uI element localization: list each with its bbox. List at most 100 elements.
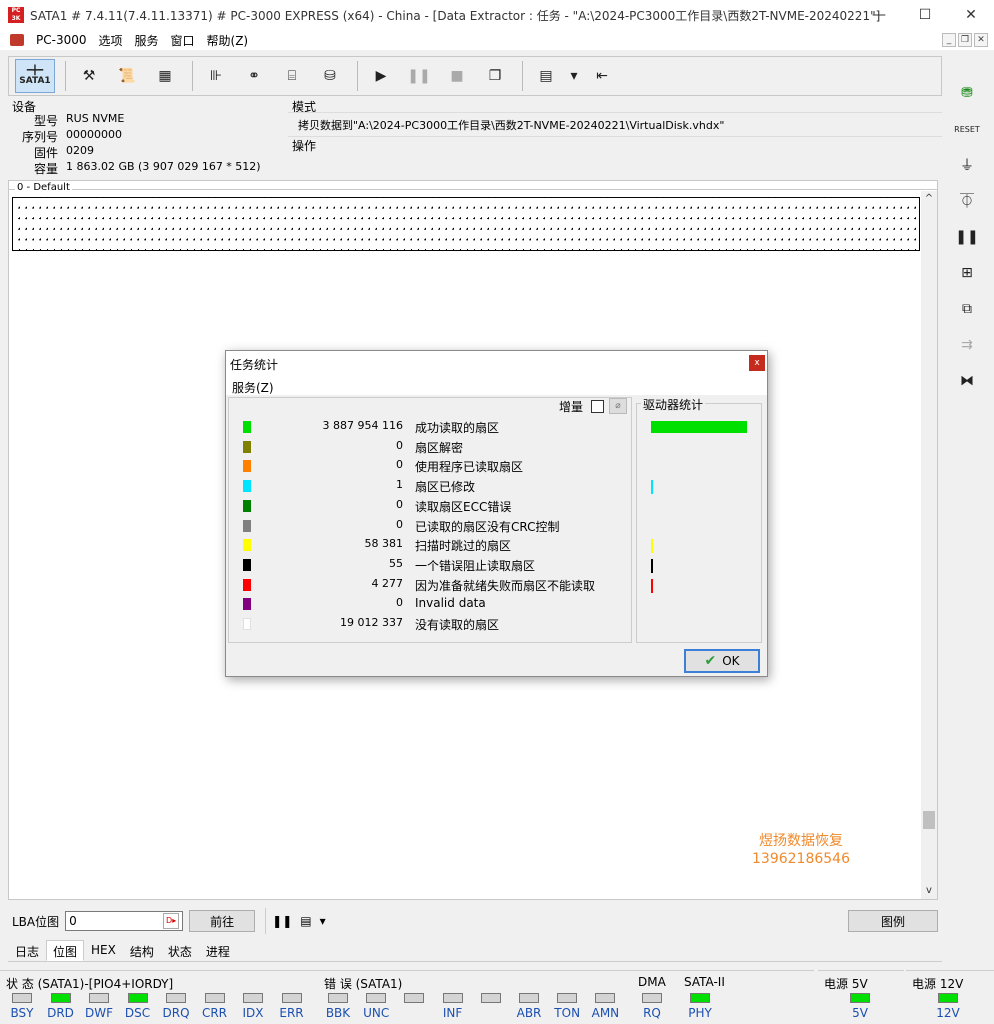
copy-cancel-icon[interactable]: ⧉ — [950, 294, 984, 324]
tab-status[interactable]: 状态 — [161, 940, 199, 961]
stat-color-swatch — [243, 598, 251, 611]
scroll-down-icon[interactable]: v — [921, 883, 937, 899]
status-led-label: ERR — [279, 1006, 304, 1020]
stat-row: 0 已读取的扇区没有CRC控制 — [229, 517, 633, 537]
dropdown-arrow-icon[interactable]: ▾ — [320, 914, 326, 928]
reset-icon[interactable]: RESET — [950, 114, 984, 144]
forward-icon[interactable]: ⇉ — [950, 330, 984, 360]
percent-icon[interactable]: ▦ — [148, 59, 182, 93]
state-group-title: 状 态 (SATA1)-[PIO4+IORDY] — [6, 977, 174, 991]
status-led — [480, 993, 501, 1003]
status-led — [127, 993, 148, 1003]
increment-checkbox[interactable] — [591, 400, 604, 413]
tab-structure[interactable]: 结构 — [123, 940, 161, 961]
status-led — [328, 993, 348, 1003]
goto-button[interactable]: 前往 — [189, 910, 256, 932]
mdi-minimize-button[interactable]: _ — [942, 33, 956, 47]
tab-bitmap[interactable]: 位图 — [46, 940, 85, 961]
map-view-icon[interactable]: ▤ — [300, 914, 311, 928]
mdi-close-button[interactable]: ✕ — [974, 33, 988, 47]
sata-port-button[interactable]: ━╋━ SATA1 — [15, 59, 55, 93]
sector-map-grid[interactable] — [12, 197, 920, 251]
status-led-label: UNC — [363, 1006, 390, 1020]
map-view-icon[interactable]: ▤ — [529, 59, 563, 93]
stat-row: 4 277 因为准备就绪失败而扇区不能读取 — [229, 576, 633, 596]
pause-icon[interactable]: ❚❚ — [402, 59, 436, 93]
voltage-icon[interactable]: ⏁ — [950, 186, 984, 216]
status-led-label: RQ — [643, 1006, 661, 1020]
minimize-button[interactable]: — — [856, 0, 902, 30]
stat-row: 58 381 扫描时跳过的扇区 — [229, 536, 633, 556]
state-register-group: 状 态 (SATA1)-[PIO4+IORDY] BSY DRD DWF DSC DRQ… — [0, 970, 318, 1024]
pause-icon[interactable]: ❚❚ — [272, 914, 292, 928]
watermark-line1: 煜扬数据恢复 — [758, 833, 843, 849]
checkmark-icon: ✔ — [704, 653, 717, 669]
dialog-close-button[interactable]: x — [749, 355, 765, 371]
lba-spin-icon[interactable]: D▸ — [163, 913, 180, 929]
copy-windows-icon[interactable]: ❐ — [478, 59, 512, 93]
mdi-controls: _ ❐ ✕ — [942, 33, 988, 47]
map-vertical-scrollbar[interactable]: ^ v — [921, 191, 937, 899]
tab-log[interactable]: 日志 — [8, 940, 46, 961]
lba-tools: ❚❚ ▤ ▾ — [265, 908, 331, 934]
scan-icon[interactable]: ⌸ — [275, 59, 309, 93]
main-toolbar: ━╋━ SATA1 ⚒ 📜 ▦ ⊪ ⚭ ⌸ ⛁ ▶ ❚❚ ■ ❐ ▤ ▾ ⇤ — [8, 56, 942, 96]
stat-value: 0 — [396, 497, 403, 511]
status-led — [404, 993, 425, 1003]
menu-help[interactable]: 帮助(Z) — [201, 32, 255, 49]
dma-group-title: DMA — [638, 975, 666, 989]
status-led — [89, 993, 109, 1003]
menu-window[interactable]: 窗口 — [165, 32, 201, 49]
ok-button[interactable]: ✔ OK — [684, 649, 760, 673]
status-led — [442, 993, 463, 1003]
stat-color-swatch — [243, 618, 251, 630]
device-capacity-row: 容量 1 863.02 GB (3 907 029 167 * 512) — [8, 160, 284, 176]
scroll-icon[interactable]: 📜 — [110, 59, 144, 93]
scan-add-icon[interactable]: ⊞ — [950, 258, 984, 288]
play-icon[interactable]: ▶ — [364, 59, 398, 93]
menu-app-icon[interactable] — [10, 34, 24, 46]
tab-process[interactable]: 进程 — [199, 940, 237, 961]
dialog-menu-service[interactable]: 服务(Z) — [232, 379, 274, 396]
exit-icon[interactable]: ⇤ — [585, 59, 619, 93]
tab-hex[interactable]: HEX — [84, 940, 123, 961]
scroll-up-icon[interactable]: ^ — [921, 191, 937, 207]
scroll-thumb[interactable] — [923, 811, 935, 829]
disk-copy-icon[interactable]: ⛁ — [313, 59, 347, 93]
reset-brush-icon[interactable]: ⌀ — [609, 398, 627, 414]
status-led-label: PHY — [688, 1006, 712, 1020]
stat-label: 一个错误阻止读取扇区 — [415, 558, 536, 573]
stat-color-swatch — [243, 558, 251, 571]
status-led-label: DRD — [47, 1006, 74, 1020]
power-plug-icon[interactable]: ⏚ — [950, 150, 984, 180]
status-led — [519, 993, 539, 1003]
binoculars-icon[interactable]: ⚭ — [237, 59, 271, 93]
map-group-title: 0 - Default — [15, 182, 72, 193]
tools-icon[interactable]: ⚒ — [72, 59, 106, 93]
stat-label: Invalid data — [415, 596, 486, 611]
disk-tree-icon[interactable]: ⊪ — [199, 59, 233, 93]
sata-group-title: SATA-II — [684, 975, 725, 989]
stat-label: 扇区已修改 — [415, 480, 476, 495]
dialog-title: 任务统计 — [230, 358, 279, 372]
menu-service[interactable]: 服务 — [129, 32, 165, 49]
stop-icon[interactable]: ■ — [440, 59, 474, 93]
legend-button[interactable]: 图例 — [848, 910, 938, 932]
menu-options[interactable]: 选项 — [92, 32, 128, 49]
menu-pc3000[interactable]: PC-3000 — [30, 33, 92, 47]
mdi-restore-button[interactable]: ❐ — [958, 33, 972, 47]
close-button[interactable]: ✕ — [948, 0, 994, 30]
stat-value: 58 381 — [364, 537, 404, 551]
pause-icon[interactable]: ❚❚ — [950, 222, 984, 252]
watermark: 煜扬数据恢复 13962186546 — [752, 832, 850, 868]
status-led-label: DWF — [84, 1006, 113, 1020]
dialog-title-bar: 任务统计 x — [226, 351, 767, 375]
mode-text: 拷贝数据到"A:\2024-PC3000工作目录\西数2T-NVME-20240… — [288, 112, 942, 134]
drive-stat-bar — [651, 578, 653, 593]
status-led-label: INF — [442, 1006, 463, 1020]
dropdown-arrow-icon[interactable]: ▾ — [567, 59, 581, 93]
sata-plug-icon: ━╋━ — [26, 66, 44, 76]
connector-icon[interactable]: ⧓ — [950, 366, 984, 396]
maximize-button[interactable]: ☐ — [902, 0, 948, 30]
database-icon[interactable]: ⛃ — [950, 78, 984, 108]
